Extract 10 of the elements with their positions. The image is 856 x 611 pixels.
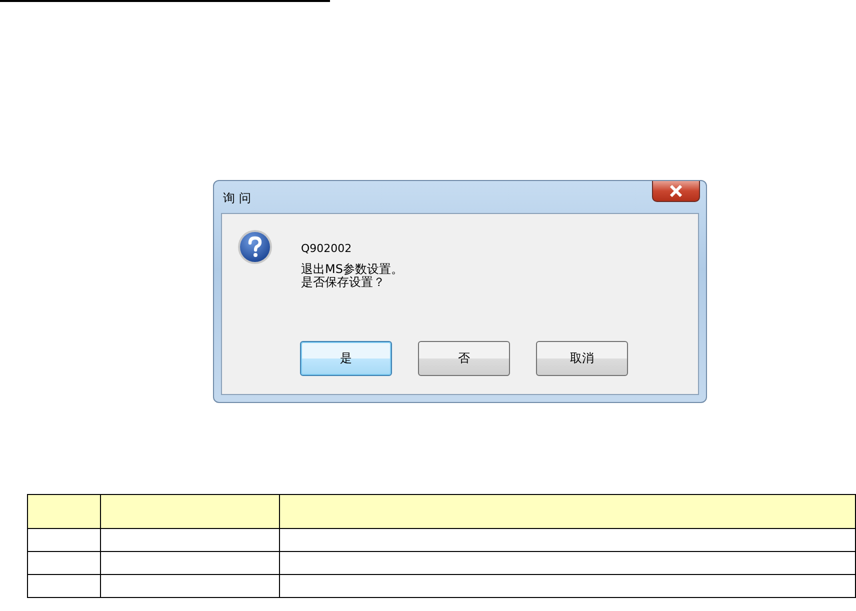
close-button[interactable] [652,181,700,202]
question-icon [237,229,273,265]
window-title: 询 问 [223,190,251,207]
message-text: 退出MS参数设置。 [301,263,403,276]
message-code: Q902002 [301,242,353,255]
message-text: 是否保存设置？ [301,276,386,289]
close-icon [669,185,683,197]
dialog-button[interactable]: 取消 [536,341,628,376]
dialog-button[interactable]: 是 [300,341,392,376]
dialog-button[interactable]: 否 [418,341,510,376]
